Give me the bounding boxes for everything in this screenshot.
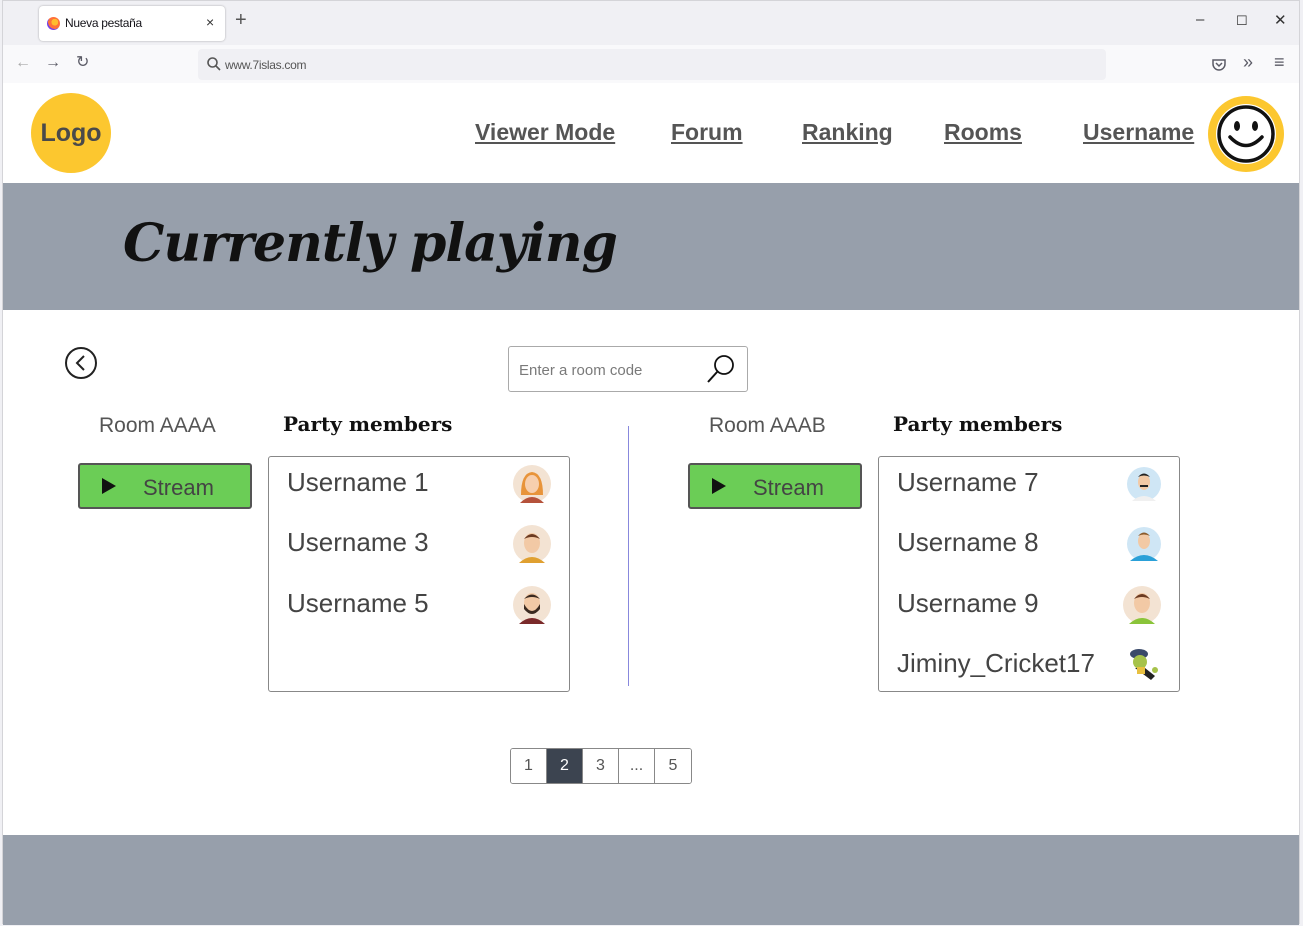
tab-title: Nueva pestaña (65, 16, 142, 30)
play-icon (102, 478, 116, 494)
tab-bar: Nueva pestaña × + – ☐ ✕ (3, 1, 1299, 45)
man-mustache-avatar-icon (1127, 467, 1161, 501)
logo[interactable]: Logo (31, 93, 111, 173)
party-members-heading: Party members (893, 412, 1063, 436)
woman-red-hair-avatar-icon (513, 465, 551, 503)
minimize-icon[interactable]: – (1196, 11, 1204, 28)
man-green-shirt-avatar-icon (1123, 586, 1161, 624)
nav-forum[interactable]: Forum (671, 119, 743, 146)
stream-button-label: Stream (143, 475, 214, 500)
room-label: Room AAAB (709, 414, 826, 437)
list-item[interactable]: Jiminy_Cricket17 (879, 638, 1179, 694)
tab-close-icon[interactable]: × (206, 14, 214, 30)
search-icon (207, 57, 221, 71)
man-brown-hair-avatar-icon (513, 525, 551, 563)
nav-username[interactable]: Username (1083, 119, 1194, 146)
member-name: Username 9 (897, 588, 1039, 618)
list-item[interactable]: Username 7 (879, 457, 1179, 513)
back-arrow-icon[interactable]: ← (15, 55, 31, 71)
page-title: Currently playing (123, 213, 618, 274)
address-bar[interactable]: www.7islas.com (198, 49, 1106, 80)
man-blue-shirt-avatar-icon (1127, 527, 1161, 561)
nav-rooms[interactable]: Rooms (944, 119, 1022, 146)
jiminy-cricket-avatar-icon (1130, 649, 1158, 680)
page-footer (3, 835, 1299, 925)
smiley-face-icon (1216, 104, 1276, 164)
page-1-button[interactable]: 1 (511, 749, 547, 783)
close-window-icon[interactable]: ✕ (1274, 11, 1287, 29)
url-text: www.7islas.com (225, 58, 307, 72)
room-code-search (508, 346, 748, 392)
list-item[interactable]: Username 9 (879, 578, 1179, 634)
play-icon (712, 478, 726, 494)
nav-ranking[interactable]: Ranking (802, 119, 893, 146)
list-item[interactable]: Username 1 (269, 457, 569, 513)
stream-button[interactable]: Stream (688, 463, 862, 509)
maximize-icon[interactable]: ☐ (1236, 13, 1248, 29)
browser-toolbar: ← → ↻ www.7islas.com » ≡ (3, 45, 1299, 83)
list-item[interactable]: Username 3 (269, 517, 569, 573)
site-header: Logo Viewer Mode Forum Ranking Rooms Use… (3, 83, 1299, 183)
room-divider (628, 426, 629, 686)
page-3-button[interactable]: 3 (583, 749, 619, 783)
list-item[interactable]: Username 8 (879, 517, 1179, 573)
party-members-heading: Party members (283, 412, 453, 436)
firefox-icon (47, 17, 60, 30)
party-members-list: Username 1 Username 3 Username 5 (268, 456, 570, 692)
list-item[interactable]: Username 5 (269, 578, 569, 634)
overflow-chevron-icon[interactable]: » (1243, 53, 1253, 71)
page-banner: Currently playing (3, 183, 1299, 310)
browser-window: Nueva pestaña × + – ☐ ✕ ← → ↻ www.7islas… (2, 0, 1300, 925)
new-tab-button[interactable]: + (235, 10, 247, 30)
page-5-button[interactable]: 5 (655, 749, 691, 783)
party-members-list: Username 7 Username 8 Username 9 Jiminy_… (878, 456, 1180, 692)
bearded-man-avatar-icon (513, 586, 551, 624)
menu-icon[interactable]: ≡ (1274, 53, 1285, 71)
nav-viewer-mode[interactable]: Viewer Mode (475, 119, 615, 146)
page-ellipsis: ... (619, 749, 655, 783)
browser-tab[interactable]: Nueva pestaña × (39, 6, 225, 41)
stream-button[interactable]: Stream (78, 463, 252, 509)
member-name: Username 7 (897, 467, 1039, 497)
stream-button-label: Stream (753, 475, 824, 500)
page-2-button[interactable]: 2 (547, 749, 583, 783)
pocket-icon[interactable] (1211, 57, 1227, 73)
forward-arrow-icon[interactable]: → (45, 55, 61, 71)
member-name: Username 5 (287, 588, 429, 618)
member-name: Jiminy_Cricket17 (897, 648, 1095, 678)
user-avatar[interactable] (1208, 96, 1284, 172)
member-name: Username 8 (897, 527, 1039, 557)
room-label: Room AAAA (99, 414, 216, 437)
chevron-left-icon (75, 355, 85, 371)
back-button[interactable] (65, 347, 97, 379)
search-icon[interactable] (705, 353, 737, 385)
pagination: 1 2 3 ... 5 (510, 748, 692, 784)
room-code-input[interactable] (519, 359, 699, 381)
reload-icon[interactable]: ↻ (76, 55, 89, 71)
member-name: Username 3 (287, 527, 429, 557)
member-name: Username 1 (287, 467, 429, 497)
